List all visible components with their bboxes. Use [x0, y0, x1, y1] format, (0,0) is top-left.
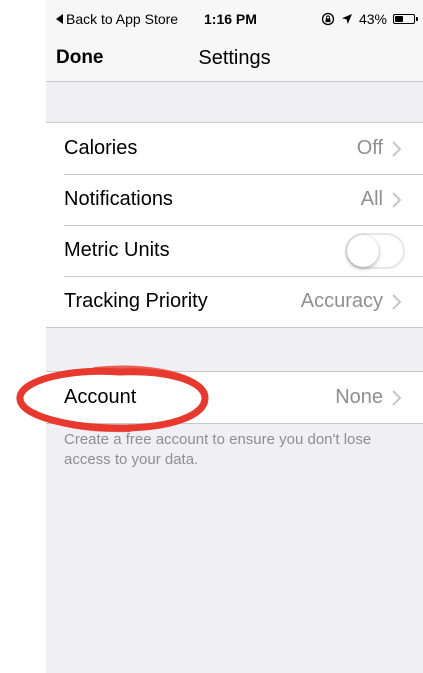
row-value: Accuracy: [300, 290, 383, 312]
account-group: Account None: [46, 371, 423, 424]
row-label: Metric Units: [64, 239, 170, 261]
settings-row-account[interactable]: Account None: [46, 372, 423, 423]
back-to-app-store-label: Back to App Store: [66, 11, 179, 27]
row-value: Off: [356, 137, 383, 159]
phone-screen: Back to App Store 1:16 PM 43% Done Setti…: [46, 0, 423, 673]
battery-nub: [416, 17, 418, 21]
status-indicators: 43%: [321, 11, 418, 27]
location-arrow-icon: [341, 14, 352, 24]
row-label: Notifications: [64, 188, 173, 210]
navigation-bar: Done Settings: [46, 40, 423, 82]
settings-row-calories[interactable]: Calories Off: [46, 123, 423, 174]
row-value: None: [335, 386, 383, 408]
chevron-right-icon: [392, 389, 402, 406]
page-title: Settings: [198, 47, 271, 69]
row-label: Account: [64, 386, 137, 408]
orientation-lock-icon: [321, 12, 335, 26]
chevron-right-icon: [392, 140, 402, 157]
battery-level-fill: [395, 16, 403, 22]
account-footer-note: Create a free account to ensure you don'…: [64, 431, 372, 468]
metric-units-toggle[interactable]: [345, 232, 405, 269]
status-bar: Back to App Store 1:16 PM 43%: [46, 0, 423, 40]
chevron-right-icon: [392, 191, 402, 208]
settings-row-metric-units: Metric Units: [46, 225, 423, 276]
battery-percentage: 43%: [358, 11, 387, 27]
row-value: All: [360, 188, 383, 210]
settings-group: Calories Off Notifications All Metric Un…: [46, 122, 423, 328]
settings-row-tracking-priority[interactable]: Tracking Priority Accuracy: [46, 276, 423, 327]
row-label: Calories: [64, 137, 138, 159]
status-time: 1:16 PM: [204, 11, 257, 27]
toggle-knob: [347, 234, 379, 267]
back-arrow-icon: [56, 14, 63, 24]
battery-icon: [393, 14, 418, 24]
chevron-right-icon: [392, 293, 402, 310]
row-label: Tracking Priority: [64, 290, 208, 312]
back-to-app-store-link[interactable]: Back to App Store: [56, 11, 178, 27]
settings-row-notifications[interactable]: Notifications All: [46, 174, 423, 225]
